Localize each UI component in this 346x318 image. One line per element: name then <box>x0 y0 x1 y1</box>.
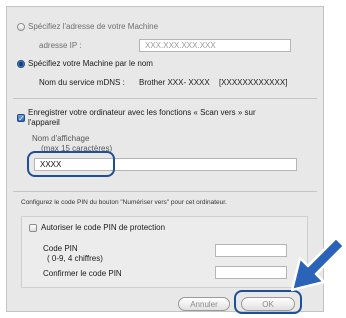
pin-code-hint: ( 0-9, 4 chiffres) <box>47 254 103 263</box>
mdns-serial: [XXXXXXXXXXXX] <box>218 78 288 87</box>
cancel-button[interactable]: Annuler <box>178 297 230 311</box>
ip-address-placeholder: XXX.XXX.XXX.XXX <box>145 41 216 50</box>
ip-address-field[interactable]: XXX.XXX.XXX.XXX <box>139 39 291 52</box>
radio-specify-address[interactable] <box>17 23 25 31</box>
pin-protection-label: Autoriser le code PIN de protection <box>41 223 166 232</box>
separator-middle <box>13 191 317 192</box>
pointer-arrow-icon <box>290 236 346 292</box>
mdns-service-label: Nom du service mDNS : <box>39 78 125 87</box>
mdns-model: Brother XXX- XXXX <box>139 78 210 87</box>
scan-to-label-line1: Enregistrer votre ordinateur avec les fo… <box>28 108 256 117</box>
separator-top <box>13 98 317 99</box>
pin-code-label: Code PIN <box>43 244 78 253</box>
display-name-label: Nom d'affichage <box>32 134 90 143</box>
scan-to-label-line2: l'appareil <box>28 118 60 127</box>
pin-protection-checkbox[interactable] <box>29 224 37 232</box>
dialog-panel: Spécifiez l'adresse de votre Machine adr… <box>6 6 324 314</box>
pin-code-field[interactable] <box>215 244 287 257</box>
scan-to-checkbox[interactable]: ✓ <box>17 114 25 123</box>
pin-confirm-field[interactable] <box>215 266 287 279</box>
pin-description: Configurez le code PIN du bouton "Numéri… <box>21 199 227 206</box>
pin-confirm-label: Confirmer le code PIN <box>43 269 122 278</box>
mdns-service-value: Brother XXX- XXXX [XXXXXXXXXXXX] <box>139 78 287 87</box>
display-name-highlight <box>27 151 115 177</box>
ip-address-label: adresse IP : <box>39 41 82 50</box>
radio-specify-name[interactable] <box>17 60 25 68</box>
radio-specify-address-label: Spécifiez l'adresse de votre Machine <box>28 22 159 31</box>
radio-specify-name-label: Spécifiez votre Machine par le nom <box>28 59 153 68</box>
